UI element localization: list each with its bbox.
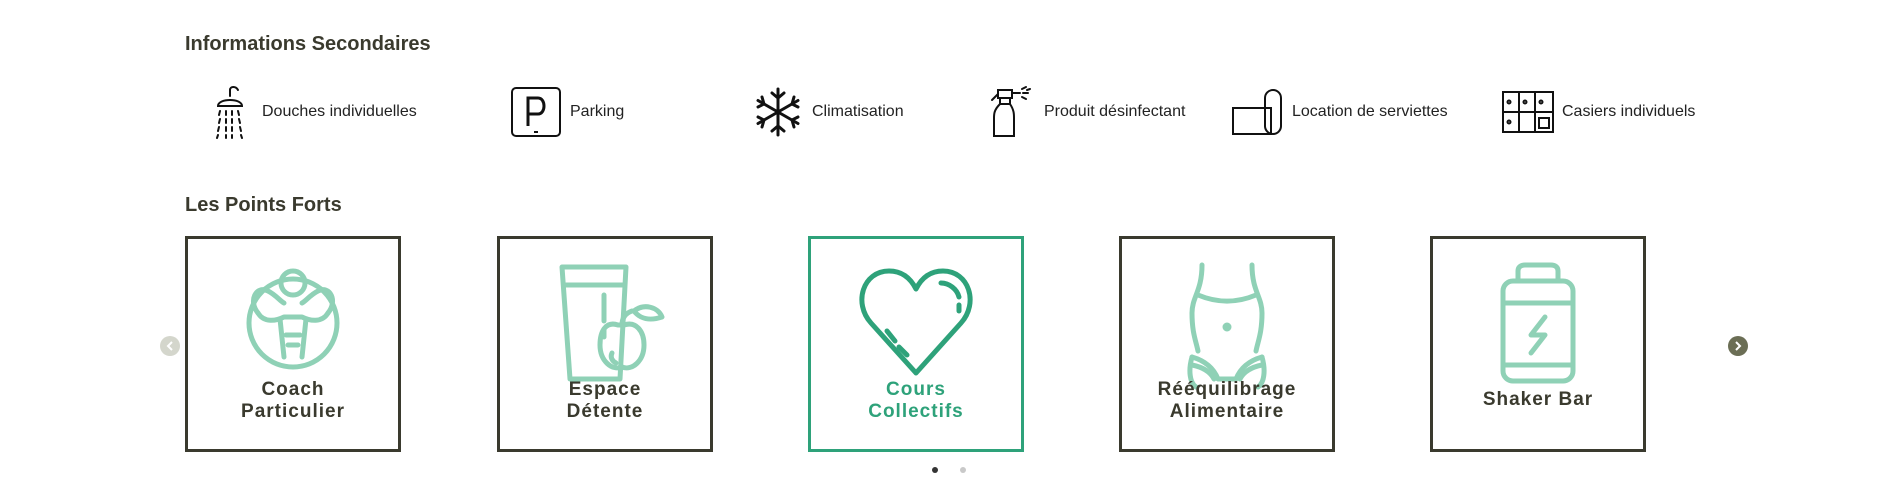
card-label: Shaker Bar [1482, 389, 1594, 410]
chevron-left-icon [166, 341, 173, 351]
card-relax-area[interactable]: Espace Détente [497, 236, 713, 452]
carousel-prev-button[interactable] [160, 336, 180, 356]
strengths-carousel: Coach Particulier Espace Détente Cours C… [0, 0, 1899, 491]
card-personal-coach[interactable]: Coach Particulier [185, 236, 401, 452]
carousel-pagination [932, 467, 966, 473]
card-label: Rééquilibrage Alimentaire [1157, 379, 1297, 422]
waist-icon [1187, 262, 1267, 390]
carousel-next-button[interactable] [1728, 336, 1748, 356]
card-shaker-bar[interactable]: Shaker Bar [1430, 236, 1646, 452]
chevron-right-icon [1735, 341, 1742, 351]
card-group-classes[interactable]: Cours Collectifs [808, 236, 1024, 452]
card-label: Coach Particulier [241, 379, 345, 422]
card-label: Espace Détente [566, 379, 644, 422]
card-label: Cours Collectifs [868, 379, 964, 422]
card-nutrition-rebalancing[interactable]: Rééquilibrage Alimentaire [1119, 236, 1335, 452]
pagination-dot-2[interactable] [960, 467, 966, 473]
pagination-dot-1[interactable] [932, 467, 938, 473]
shaker-icon [1500, 262, 1576, 384]
heart-icon [859, 268, 973, 376]
juice-apple-icon [559, 264, 665, 382]
bodybuilder-icon [246, 268, 340, 370]
